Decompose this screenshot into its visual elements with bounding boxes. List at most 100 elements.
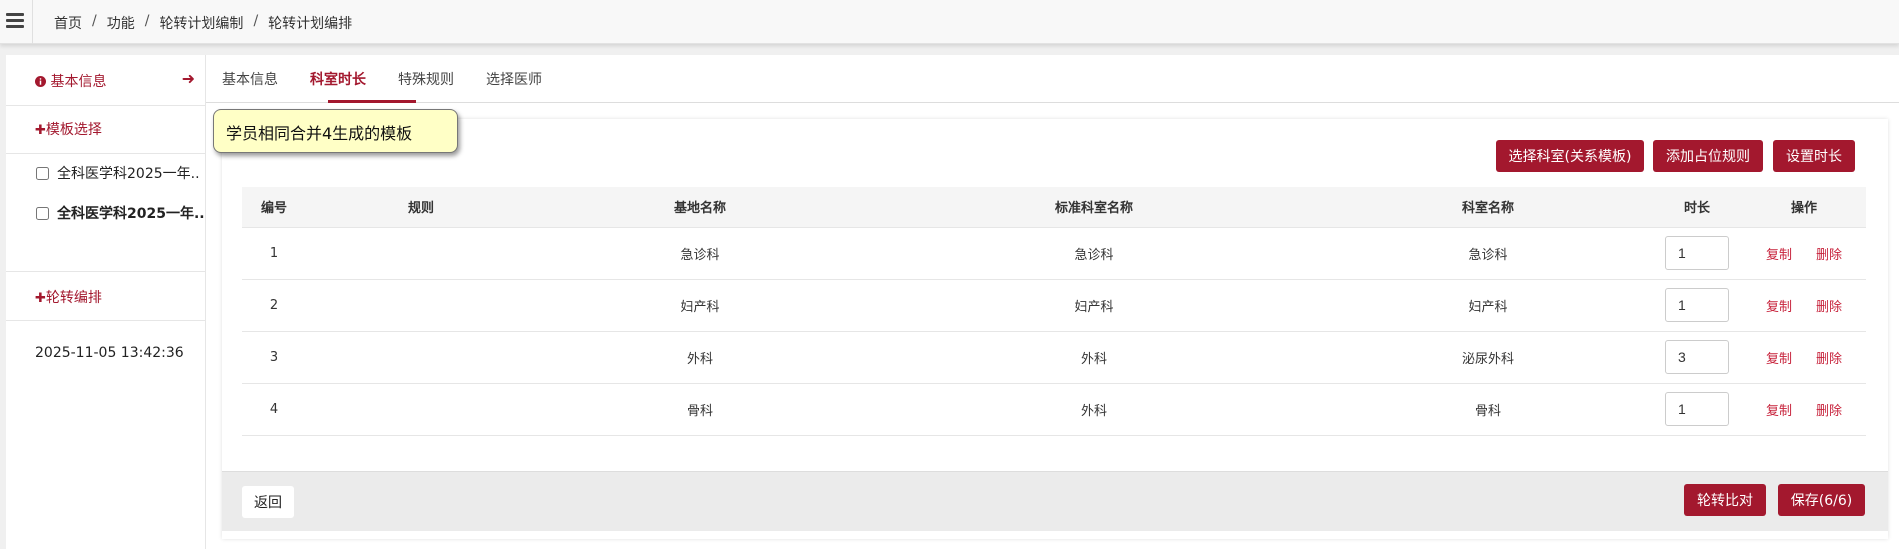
cell-rule: [306, 279, 536, 332]
cell-dept: 急诊科: [1324, 227, 1652, 280]
arrow-right-icon[interactable]: ➜: [182, 69, 195, 88]
cell-no: 4: [242, 383, 306, 436]
col-header-dept: 科室名称: [1324, 187, 1652, 228]
delete-link[interactable]: 删除: [1816, 300, 1842, 315]
duration-input[interactable]: [1665, 392, 1729, 426]
cell-duration: [1652, 227, 1742, 280]
breadcrumb-item-plan[interactable]: 轮转计划编制: [159, 13, 243, 33]
sidebar-item-label: 轮转编排: [45, 290, 102, 306]
sidebar-divider: [6, 320, 206, 321]
breadcrumb: 首页 / 功能 / 轮转计划编制 / 轮转计划编排: [54, 13, 352, 33]
template-tooltip: 学员相同合并4生成的模板: [213, 109, 458, 153]
template-option-1[interactable]: 全科医学科2025一年...: [36, 162, 201, 184]
cell-dept: 泌尿外科: [1324, 331, 1652, 384]
select-dept-button[interactable]: 选择科室(关系模板): [1496, 140, 1644, 172]
cell-ops: 复制 删除: [1742, 331, 1866, 384]
tab-select-doctor[interactable]: 选择医师: [486, 69, 542, 89]
copy-link[interactable]: 复制: [1766, 248, 1792, 263]
table-row: 3 外科 外科 泌尿外科 复制 删除: [242, 331, 1866, 384]
tab-special-rules[interactable]: 特殊规则: [398, 69, 454, 89]
footer-bar: 返回: [222, 471, 1888, 531]
col-header-duration: 时长: [1652, 187, 1742, 228]
cell-rule: [306, 227, 536, 280]
cell-dept: 骨科: [1324, 383, 1652, 436]
cell-ops: 复制 删除: [1742, 383, 1866, 436]
cell-duration: [1652, 279, 1742, 332]
cell-std-dept: 外科: [864, 383, 1324, 436]
breadcrumb-separator: /: [253, 13, 259, 29]
col-header-rule: 规则: [306, 187, 536, 228]
template-label-1: 全科医学科2025一年...: [57, 166, 201, 182]
cell-ops: 复制 删除: [1742, 227, 1866, 280]
sidebar-item-basic-info[interactable]: 基本信息 ➜: [35, 69, 195, 91]
table-header-row: 编号 规则 基地名称 标准科室名称 科室名称 时长 操作: [242, 187, 1866, 228]
tab-bar: 基本信息 科室时长 特殊规则 选择医师: [206, 55, 1899, 103]
copy-link[interactable]: 复制: [1766, 300, 1792, 315]
tab-basic-info[interactable]: 基本信息: [222, 69, 278, 89]
sidebar-divider: [6, 153, 206, 154]
cell-no: 3: [242, 331, 306, 384]
dept-duration-table: 编号 规则 基地名称 标准科室名称 科室名称 时长 操作 1 急诊科 急诊科 急…: [242, 187, 1866, 436]
duration-input[interactable]: [1665, 236, 1729, 270]
breadcrumb-item-home[interactable]: 首页: [54, 13, 82, 33]
col-header-ops: 操作: [1742, 187, 1866, 228]
active-tab-indicator: [328, 100, 416, 103]
timestamp: 2025-11-05 13:42:36: [35, 345, 184, 361]
sidebar-item-label: 模板选择: [45, 122, 102, 138]
plus-icon: ✚: [35, 291, 46, 306]
duration-input[interactable]: [1665, 340, 1729, 374]
sidebar: 基本信息 ➜ ✚模板选择 全科医学科2025一年... 全科医学科2025一年.…: [6, 55, 206, 549]
template-option-2[interactable]: 全科医学科2025一年...: [36, 202, 206, 224]
col-header-base: 基地名称: [536, 187, 864, 228]
cell-std-dept: 急诊科: [864, 227, 1324, 280]
cell-no: 1: [242, 227, 306, 280]
cell-duration: [1652, 383, 1742, 436]
breadcrumb-separator: /: [144, 13, 150, 29]
cell-no: 2: [242, 279, 306, 332]
cell-base: 外科: [536, 331, 864, 384]
cell-base: 骨科: [536, 383, 864, 436]
tab-dept-duration[interactable]: 科室时长: [310, 69, 366, 89]
sidebar-divider: [6, 105, 206, 106]
cell-base: 急诊科: [536, 227, 864, 280]
duration-input[interactable]: [1665, 288, 1729, 322]
plus-icon: ✚: [35, 123, 46, 138]
sidebar-divider: [6, 271, 206, 272]
delete-link[interactable]: 删除: [1816, 404, 1842, 419]
set-duration-button[interactable]: 设置时长: [1773, 140, 1855, 172]
hamburger-menu-icon[interactable]: [6, 13, 24, 29]
cell-rule: [306, 331, 536, 384]
col-header-no: 编号: [242, 187, 306, 228]
back-button[interactable]: 返回: [242, 486, 294, 518]
cell-dept: 妇产科: [1324, 279, 1652, 332]
table-row: 4 骨科 外科 骨科 复制 删除: [242, 383, 1866, 436]
table-row: 1 急诊科 急诊科 急诊科 复制 删除: [242, 227, 1866, 280]
top-bar-divider: [32, 0, 33, 44]
info-icon: [35, 74, 50, 90]
breadcrumb-item-current: 轮转计划编排: [268, 16, 353, 32]
cell-rule: [306, 383, 536, 436]
sidebar-item-rotation-schedule[interactable]: ✚轮转编排: [35, 287, 235, 307]
breadcrumb-item-function[interactable]: 功能: [107, 13, 135, 33]
cell-base: 妇产科: [536, 279, 864, 332]
template-checkbox-1[interactable]: [36, 166, 49, 180]
table-row: 2 妇产科 妇产科 妇产科 复制 删除: [242, 279, 1866, 332]
template-label-2: 全科医学科2025一年...: [57, 206, 206, 222]
cell-std-dept: 外科: [864, 331, 1324, 384]
sidebar-item-template-select[interactable]: ✚模板选择: [35, 119, 235, 139]
sidebar-item-label: 基本信息: [50, 74, 107, 90]
rotation-compare-button[interactable]: 轮转比对: [1684, 484, 1766, 516]
copy-link[interactable]: 复制: [1766, 404, 1792, 419]
add-rule-button[interactable]: 添加占位规则: [1653, 140, 1763, 172]
delete-link[interactable]: 删除: [1816, 248, 1842, 263]
cell-std-dept: 妇产科: [864, 279, 1324, 332]
delete-link[interactable]: 删除: [1816, 352, 1842, 367]
copy-link[interactable]: 复制: [1766, 352, 1792, 367]
template-checkbox-2[interactable]: [36, 206, 49, 220]
breadcrumb-separator: /: [92, 13, 97, 29]
top-bar: 首页 / 功能 / 轮转计划编制 / 轮转计划编排: [0, 0, 1899, 44]
cell-duration: [1652, 331, 1742, 384]
save-button[interactable]: 保存(6/6): [1778, 484, 1865, 516]
cell-ops: 复制 删除: [1742, 279, 1866, 332]
col-header-std-dept: 标准科室名称: [864, 187, 1324, 228]
